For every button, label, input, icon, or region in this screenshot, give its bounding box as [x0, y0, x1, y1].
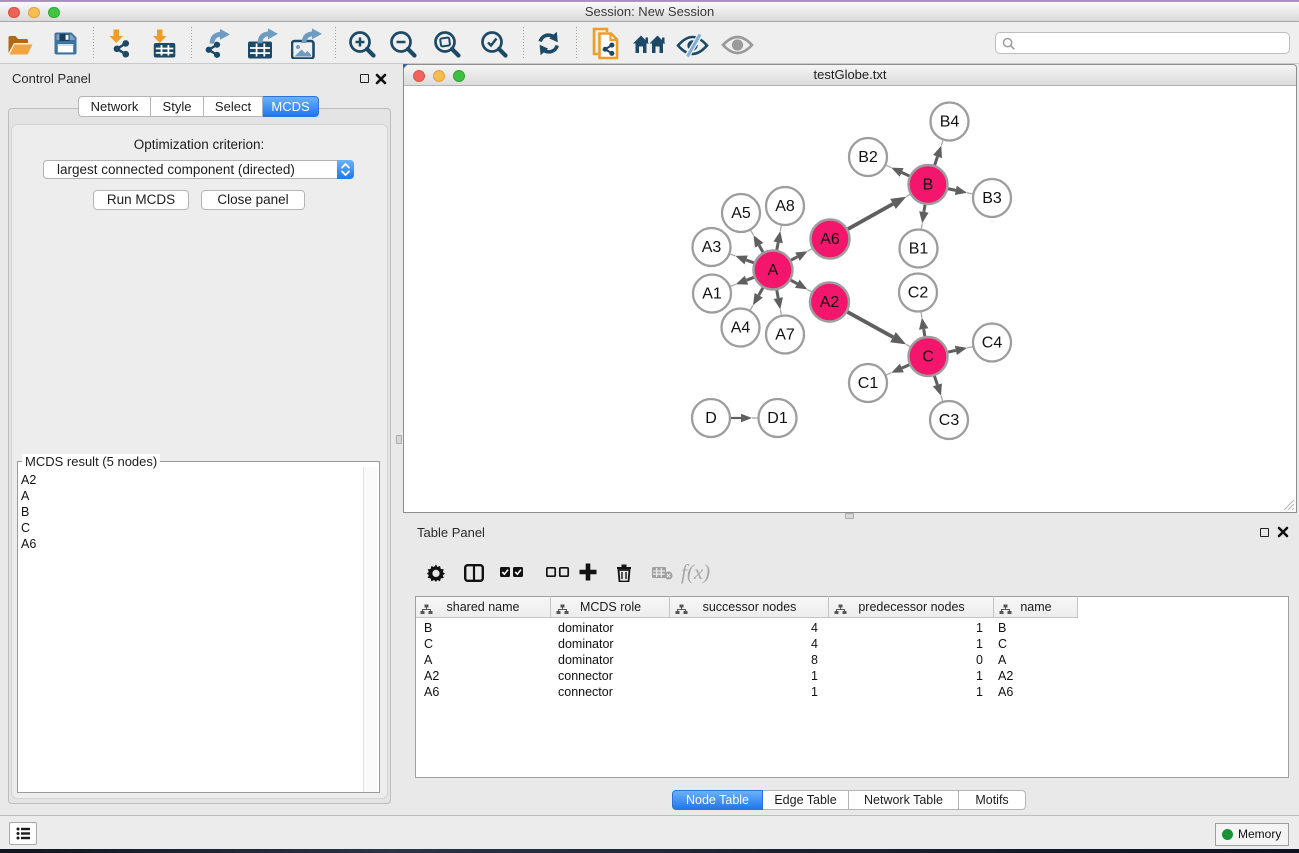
svg-text:C: C	[922, 349, 934, 366]
svg-text:C1: C1	[858, 375, 879, 392]
svg-text:B: B	[923, 177, 934, 194]
svg-text:B1: B1	[909, 241, 929, 258]
svg-text:A3: A3	[702, 239, 722, 256]
svg-text:D1: D1	[767, 410, 788, 427]
svg-text:C4: C4	[982, 335, 1003, 352]
svg-text:A1: A1	[702, 286, 722, 303]
svg-text:A: A	[768, 262, 779, 279]
svg-text:B3: B3	[982, 190, 1002, 207]
svg-text:D: D	[705, 410, 717, 427]
svg-text:B2: B2	[858, 149, 878, 166]
svg-text:A4: A4	[731, 320, 751, 337]
svg-text:B4: B4	[940, 114, 960, 131]
svg-text:A6: A6	[820, 231, 840, 248]
svg-text:A7: A7	[775, 327, 795, 344]
svg-text:A5: A5	[731, 205, 751, 222]
svg-text:C3: C3	[939, 412, 960, 429]
svg-text:A2: A2	[820, 294, 840, 311]
svg-text:C2: C2	[908, 285, 929, 302]
svg-text:A8: A8	[775, 198, 795, 215]
